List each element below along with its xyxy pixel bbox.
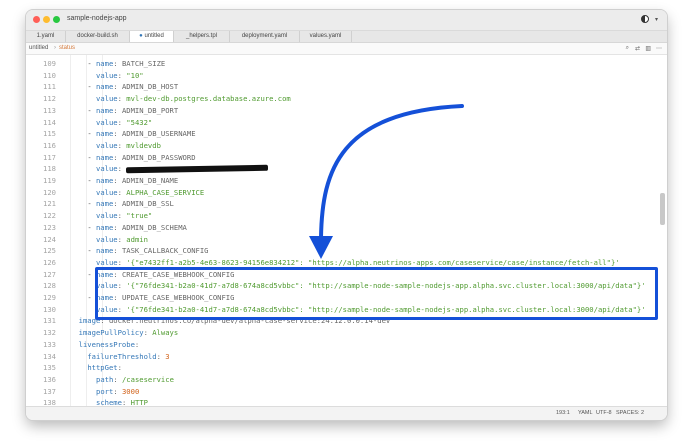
- arrow-head: [309, 236, 333, 259]
- annotation-arrow: [309, 104, 464, 259]
- arrow-curve: [319, 104, 464, 240]
